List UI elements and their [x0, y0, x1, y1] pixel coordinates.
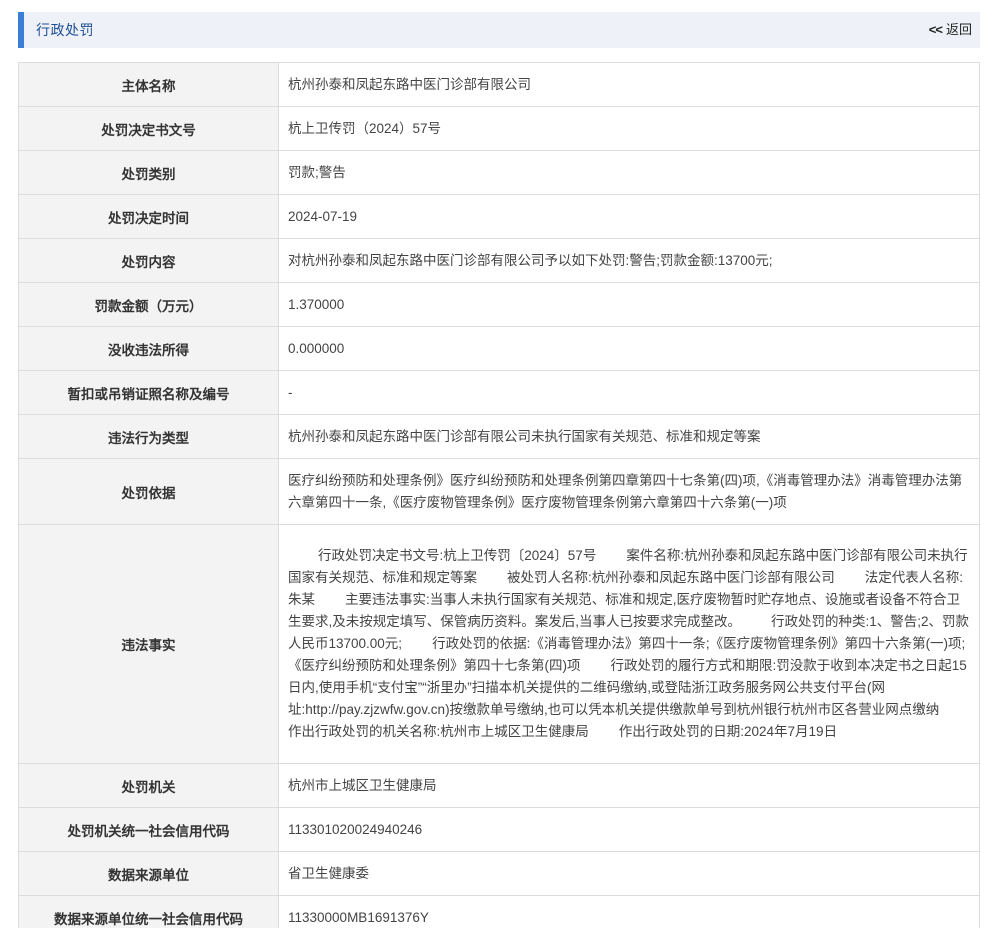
row-authority-credit-code: 处罚机关统一社会信用代码 113301020024940246	[18, 807, 980, 852]
label-authority-credit-code: 处罚机关统一社会信用代码	[18, 807, 279, 852]
row-license-revoked: 暂扣或吊销证照名称及编号 -	[18, 370, 980, 415]
label-penalty-category: 处罚类别	[18, 150, 279, 195]
value-decision-date: 2024-07-19	[278, 194, 980, 239]
value-penalty-basis: 医疗纠纷预防和处理条例》医疗纠纷预防和处理条例第四章第四十七条第(四)项,《消毒…	[278, 458, 980, 525]
row-source-credit-code: 数据来源单位统一社会信用代码 11330000MB1691376Y	[18, 895, 980, 928]
label-decision-date: 处罚决定时间	[18, 194, 279, 239]
value-authority-credit-code: 113301020024940246	[278, 807, 980, 852]
label-violation-facts: 违法事实	[18, 524, 279, 764]
penalty-detail-table: 主体名称 杭州孙泰和凤起东路中医门诊部有限公司 处罚决定书文号 杭上卫传罚（20…	[18, 62, 980, 928]
value-license-revoked: -	[278, 370, 980, 415]
label-penalty-content: 处罚内容	[18, 238, 279, 283]
row-penalty-authority: 处罚机关 杭州市上城区卫生健康局	[18, 763, 980, 808]
row-decision-number: 处罚决定书文号 杭上卫传罚（2024）57号	[18, 106, 980, 151]
row-fine-amount: 罚款金额（万元） 1.370000	[18, 282, 980, 327]
value-penalty-authority: 杭州市上城区卫生健康局	[278, 763, 980, 808]
value-penalty-content: 对杭州孙泰和凤起东路中医门诊部有限公司予以如下处罚:警告;罚款金额:13700元…	[278, 238, 980, 283]
value-decision-number: 杭上卫传罚（2024）57号	[278, 106, 980, 151]
value-confiscated-income: 0.000000	[278, 326, 980, 371]
label-license-revoked: 暂扣或吊销证照名称及编号	[18, 370, 279, 415]
label-decision-number: 处罚决定书文号	[18, 106, 279, 151]
row-entity-name: 主体名称 杭州孙泰和凤起东路中医门诊部有限公司	[18, 62, 980, 107]
value-violation-facts-cell: 行政处罚决定书文号:杭上卫传罚〔2024〕57号 案件名称:杭州孙泰和凤起东路中…	[278, 524, 980, 764]
value-data-source: 省卫生健康委	[278, 851, 980, 896]
row-data-source: 数据来源单位 省卫生健康委	[18, 851, 980, 896]
row-penalty-basis: 处罚依据 医疗纠纷预防和处理条例》医疗纠纷预防和处理条例第四章第四十七条第(四)…	[18, 458, 980, 525]
value-fine-amount: 1.370000	[278, 282, 980, 327]
value-violation-type: 杭州孙泰和凤起东路中医门诊部有限公司未执行国家有关规范、标准和规定等案	[278, 414, 980, 459]
label-source-credit-code: 数据来源单位统一社会信用代码	[18, 895, 279, 928]
back-button[interactable]: << 返回	[929, 12, 972, 48]
row-penalty-category: 处罚类别 罚款;警告	[18, 150, 980, 195]
row-violation-facts: 违法事实 行政处罚决定书文号:杭上卫传罚〔2024〕57号 案件名称:杭州孙泰和…	[18, 524, 980, 764]
label-fine-amount: 罚款金额（万元）	[18, 282, 279, 327]
label-data-source: 数据来源单位	[18, 851, 279, 896]
section-header: 行政处罚 << 返回	[18, 12, 980, 48]
label-entity-name: 主体名称	[18, 62, 279, 107]
value-violation-facts: 行政处罚决定书文号:杭上卫传罚〔2024〕57号 案件名称:杭州孙泰和凤起东路中…	[288, 548, 970, 739]
row-violation-type: 违法行为类型 杭州孙泰和凤起东路中医门诊部有限公司未执行国家有关规范、标准和规定…	[18, 414, 980, 459]
back-label: 返回	[945, 22, 972, 37]
value-penalty-category: 罚款;警告	[278, 150, 980, 195]
value-entity-name: 杭州孙泰和凤起东路中医门诊部有限公司	[278, 62, 980, 107]
value-source-credit-code: 11330000MB1691376Y	[278, 895, 980, 928]
label-penalty-basis: 处罚依据	[18, 458, 279, 525]
back-arrows-icon: <<	[928, 22, 943, 37]
row-penalty-content: 处罚内容 对杭州孙泰和凤起东路中医门诊部有限公司予以如下处罚:警告;罚款金额:1…	[18, 238, 980, 283]
label-violation-type: 违法行为类型	[18, 414, 279, 459]
row-decision-date: 处罚决定时间 2024-07-19	[18, 194, 980, 239]
page: 行政处罚 << 返回 主体名称 杭州孙泰和凤起东路中医门诊部有限公司 处罚决定书文…	[0, 0, 1001, 928]
label-confiscated-income: 没收违法所得	[18, 326, 279, 371]
row-confiscated-income: 没收违法所得 0.000000	[18, 326, 980, 371]
section-title: 行政处罚	[36, 22, 94, 38]
label-penalty-authority: 处罚机关	[18, 763, 279, 808]
